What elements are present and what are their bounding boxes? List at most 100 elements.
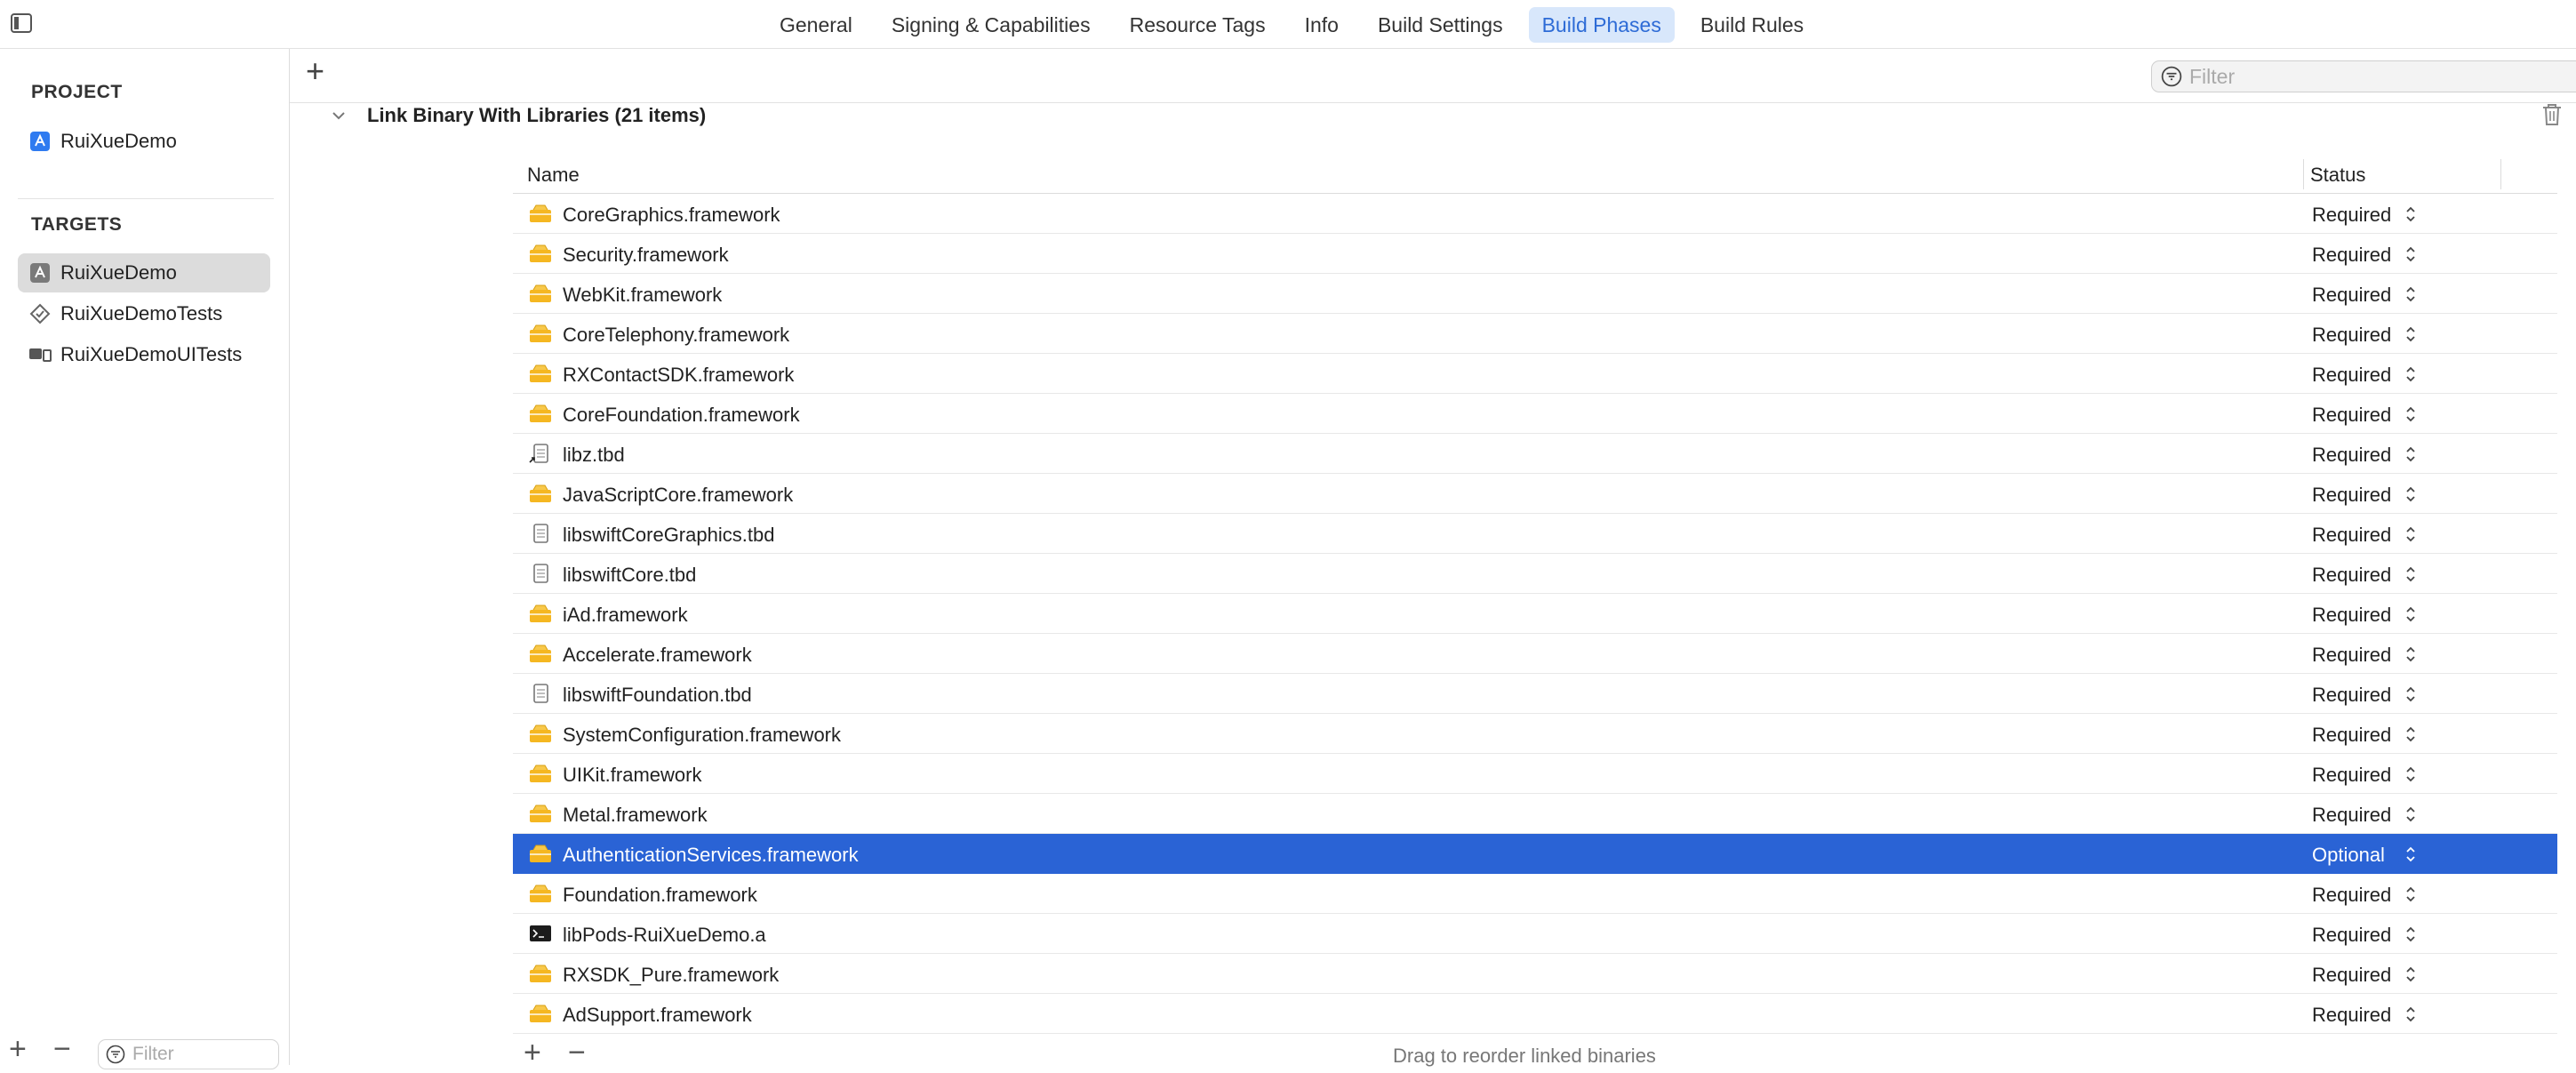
- tab-resource-tags[interactable]: Resource Tags: [1116, 7, 1279, 43]
- library-name: AuthenticationServices.framework: [563, 844, 859, 866]
- remove-target-button[interactable]: −: [53, 1034, 71, 1064]
- table-row[interactable]: AuthenticationServices.framework Optional: [513, 834, 2557, 874]
- chevron-up-down-icon[interactable]: [2404, 1005, 2417, 1024]
- library-status-popup[interactable]: Required: [2312, 1004, 2391, 1027]
- chevron-up-down-icon[interactable]: [2404, 645, 2417, 664]
- sidebar-toggle-icon[interactable]: [11, 13, 32, 33]
- library-status-popup[interactable]: Required: [2312, 684, 2391, 707]
- framework-icon: [529, 1004, 552, 1023]
- chevron-up-down-icon[interactable]: [2404, 364, 2417, 384]
- chevron-up-down-icon[interactable]: [2404, 925, 2417, 944]
- library-status-popup[interactable]: Required: [2312, 924, 2391, 947]
- table-row[interactable]: AdSupport.framework Required: [513, 994, 2557, 1034]
- chevron-up-down-icon[interactable]: [2404, 845, 2417, 864]
- library-status-popup[interactable]: Required: [2312, 964, 2391, 987]
- tab-build-phases[interactable]: Build Phases: [1528, 7, 1675, 43]
- table-row[interactable]: Metal.framework Required: [513, 794, 2557, 834]
- table-row[interactable]: iAd.framework Required: [513, 594, 2557, 634]
- build-phases-filter-field[interactable]: Filter: [2151, 60, 2576, 92]
- target-item-ruixuedemo[interactable]: RuiXueDemo: [18, 253, 270, 292]
- library-status-popup[interactable]: Required: [2312, 884, 2391, 907]
- table-row[interactable]: Security.framework Required: [513, 234, 2557, 274]
- chevron-up-down-icon[interactable]: [2404, 524, 2417, 544]
- library-status-popup[interactable]: Required: [2312, 444, 2391, 467]
- tab-general[interactable]: General: [766, 7, 866, 43]
- chevron-up-down-icon[interactable]: [2404, 685, 2417, 704]
- tab-build-settings[interactable]: Build Settings: [1364, 7, 1516, 43]
- table-row[interactable]: JavaScriptCore.framework Required: [513, 474, 2557, 514]
- library-status-popup[interactable]: Required: [2312, 364, 2391, 387]
- add-target-button[interactable]: +: [9, 1034, 27, 1064]
- table-row[interactable]: Accelerate.framework Required: [513, 634, 2557, 674]
- chevron-down-icon[interactable]: [331, 108, 347, 124]
- table-body: CoreGraphics.framework Required Security.f…: [513, 194, 2557, 1034]
- library-status-popup[interactable]: Required: [2312, 804, 2391, 827]
- table-row[interactable]: Foundation.framework Required: [513, 874, 2557, 914]
- table-row[interactable]: RXContactSDK.framework Required: [513, 354, 2557, 394]
- table-footer: + − Drag to reorder linked binaries: [513, 1034, 2557, 1073]
- framework-icon: [529, 204, 552, 223]
- library-status-popup[interactable]: Required: [2312, 764, 2391, 787]
- document-icon: [529, 524, 552, 543]
- chevron-up-down-icon[interactable]: [2404, 885, 2417, 904]
- tab-list: General Signing & Capabilities Resource …: [766, 7, 1829, 43]
- target-item-ruixuedemotests[interactable]: RuiXueDemoTests: [18, 294, 270, 333]
- chevron-up-down-icon[interactable]: [2404, 565, 2417, 584]
- chevron-up-down-icon[interactable]: [2404, 765, 2417, 784]
- chevron-up-down-icon[interactable]: [2404, 725, 2417, 744]
- phase-title[interactable]: Link Binary With Libraries (21 items): [367, 104, 706, 127]
- chevron-up-down-icon[interactable]: [2404, 204, 2417, 224]
- library-status-popup[interactable]: Required: [2312, 564, 2391, 587]
- table-row[interactable]: CoreGraphics.framework Required: [513, 194, 2557, 234]
- table-row[interactable]: WebKit.framework Required: [513, 274, 2557, 314]
- library-status-popup[interactable]: Optional: [2312, 844, 2385, 867]
- library-status-popup[interactable]: Required: [2312, 644, 2391, 667]
- filter-icon: [106, 1045, 125, 1064]
- chevron-up-down-icon[interactable]: [2404, 605, 2417, 624]
- tab-build-rules[interactable]: Build Rules: [1687, 7, 1817, 43]
- library-status-popup[interactable]: Required: [2312, 524, 2391, 547]
- table-row[interactable]: libswiftCore.tbd Required: [513, 554, 2557, 594]
- library-status-popup[interactable]: Required: [2312, 204, 2391, 227]
- chevron-up-down-icon[interactable]: [2404, 284, 2417, 304]
- library-status-popup[interactable]: Required: [2312, 604, 2391, 627]
- framework-icon: [529, 484, 552, 503]
- chevron-up-down-icon[interactable]: [2404, 404, 2417, 424]
- tab-signing-capabilities[interactable]: Signing & Capabilities: [878, 7, 1104, 43]
- tab-info[interactable]: Info: [1292, 7, 1352, 43]
- add-library-button[interactable]: +: [524, 1037, 541, 1068]
- target-item-label: RuiXueDemoUITests: [60, 343, 243, 365]
- library-status-popup[interactable]: Required: [2312, 324, 2391, 347]
- table-row[interactable]: CoreFoundation.framework Required: [513, 394, 2557, 434]
- table-row[interactable]: CoreTelephony.framework Required: [513, 314, 2557, 354]
- table-row[interactable]: RXSDK_Pure.framework Required: [513, 954, 2557, 994]
- table-row[interactable]: libswiftFoundation.tbd Required: [513, 674, 2557, 714]
- column-header-name[interactable]: Name: [527, 164, 580, 187]
- table-row[interactable]: SystemConfiguration.framework Required: [513, 714, 2557, 754]
- chevron-up-down-icon[interactable]: [2404, 484, 2417, 504]
- library-status-popup[interactable]: Required: [2312, 484, 2391, 507]
- chevron-up-down-icon[interactable]: [2404, 244, 2417, 264]
- library-status-popup[interactable]: Required: [2312, 244, 2391, 267]
- library-name: Security.framework: [563, 244, 729, 266]
- library-name: libswiftFoundation.tbd: [563, 684, 752, 706]
- chevron-up-down-icon[interactable]: [2404, 324, 2417, 344]
- target-item-ruixuedemouitests[interactable]: RuiXueDemoUITests: [18, 335, 270, 374]
- chevron-up-down-icon[interactable]: [2404, 965, 2417, 984]
- library-status-popup[interactable]: Required: [2312, 284, 2391, 307]
- table-row[interactable]: libz.tbd Required: [513, 434, 2557, 474]
- library-status-popup[interactable]: Required: [2312, 724, 2391, 747]
- library-status-popup[interactable]: Required: [2312, 404, 2391, 427]
- chevron-up-down-icon[interactable]: [2404, 805, 2417, 824]
- chevron-up-down-icon[interactable]: [2404, 444, 2417, 464]
- add-build-phase-button[interactable]: +: [306, 55, 324, 87]
- column-header-status[interactable]: Status: [2310, 164, 2365, 187]
- table-row[interactable]: libPods-RuiXueDemo.a Required: [513, 914, 2557, 954]
- library-name: RXContactSDK.framework: [563, 364, 795, 386]
- remove-library-button[interactable]: −: [568, 1037, 586, 1068]
- project-item[interactable]: RuiXueDemo: [18, 122, 270, 161]
- table-row[interactable]: libswiftCoreGraphics.tbd Required: [513, 514, 2557, 554]
- document-icon: [529, 684, 552, 703]
- table-row[interactable]: UIKit.framework Required: [513, 754, 2557, 794]
- trash-icon[interactable]: [2540, 102, 2565, 129]
